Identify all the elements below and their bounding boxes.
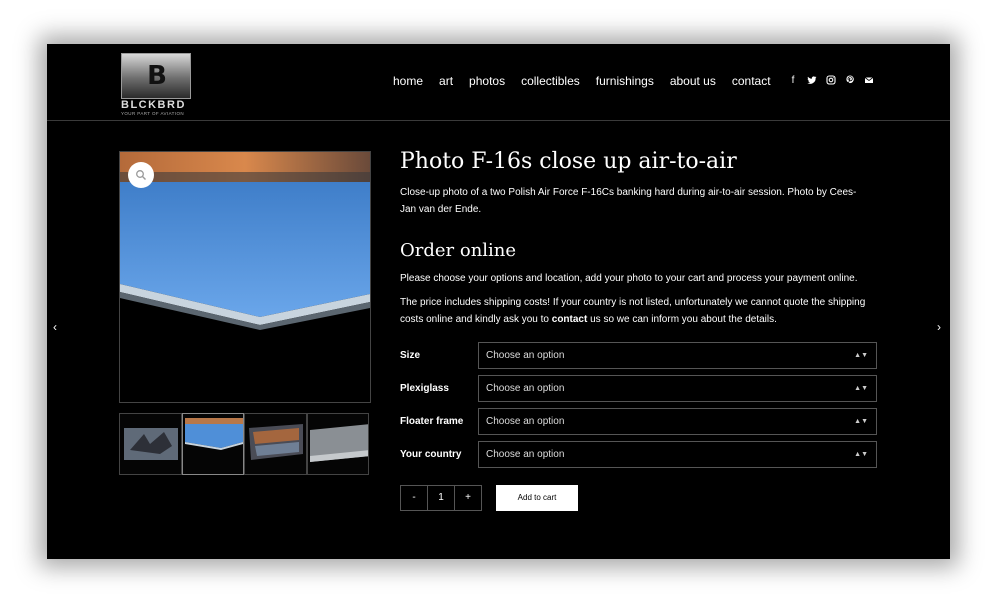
select-arrows-icon: ▲▼ xyxy=(854,451,868,458)
facebook-icon[interactable]: f xyxy=(788,75,798,89)
logo-mark: B xyxy=(147,61,167,91)
country-label: Your country xyxy=(400,449,462,460)
next-arrow-icon[interactable]: › xyxy=(937,320,941,334)
thumbnail-1[interactable] xyxy=(119,413,182,475)
zoom-icon[interactable] xyxy=(128,162,154,188)
site-logo[interactable]: B BLCKBRD YOUR PART OF AVIATION xyxy=(121,53,193,116)
logo-emblem: B xyxy=(121,53,191,99)
shipping-note: The price includes shipping costs! If yo… xyxy=(400,294,880,328)
floater-frame-select[interactable]: Choose an option ▲▼ xyxy=(478,408,877,435)
plexiglass-label: Plexiglass xyxy=(400,383,449,394)
plexiglass-select-value: Choose an option xyxy=(486,383,565,394)
thumbnail-3[interactable] xyxy=(244,413,307,475)
order-intro: Please choose your options and location,… xyxy=(400,273,858,284)
nav-about-us[interactable]: about us xyxy=(670,74,716,88)
size-select-value: Choose an option xyxy=(486,350,565,361)
size-label: Size xyxy=(400,350,421,361)
logo-name: BLCKBRD xyxy=(121,99,186,111)
product-title: Photo F-16s close up air-to-air xyxy=(400,149,737,174)
pinterest-icon[interactable] xyxy=(845,75,855,89)
thumbnail-strip xyxy=(119,413,369,475)
select-arrows-icon: ▲▼ xyxy=(854,352,868,359)
product-description: Close-up photo of a two Polish Air Force… xyxy=(400,187,857,215)
select-arrows-icon: ▲▼ xyxy=(854,385,868,392)
shipping-text-b: us so we can inform you about the detail… xyxy=(587,314,777,325)
select-arrows-icon: ▲▼ xyxy=(854,418,868,425)
size-select[interactable]: Choose an option ▲▼ xyxy=(478,342,877,369)
contact-link[interactable]: contact xyxy=(552,314,588,325)
floater-frame-label: Floater frame xyxy=(400,416,464,427)
nav-home[interactable]: home xyxy=(393,74,423,88)
nav-collectibles[interactable]: collectibles xyxy=(521,74,580,88)
mail-icon[interactable] xyxy=(864,75,874,89)
nav-art[interactable]: art xyxy=(439,74,453,88)
instagram-icon[interactable] xyxy=(826,75,836,89)
main-nav: home art photos collectibles furnishings… xyxy=(393,74,787,88)
social-links: f xyxy=(788,75,874,89)
nav-photos[interactable]: photos xyxy=(469,74,505,88)
country-select[interactable]: Choose an option ▲▼ xyxy=(478,441,877,468)
floater-frame-select-value: Choose an option xyxy=(486,416,565,427)
site-header: B BLCKBRD YOUR PART OF AVIATION home art… xyxy=(47,44,950,121)
plexiglass-photo-image xyxy=(120,152,370,330)
prev-arrow-icon[interactable]: ‹ xyxy=(53,320,57,334)
quantity-minus-button[interactable]: - xyxy=(401,486,427,510)
logo-tagline: YOUR PART OF AVIATION xyxy=(121,111,184,116)
order-heading: Order online xyxy=(400,240,517,261)
nav-furnishings[interactable]: furnishings xyxy=(596,74,654,88)
plexiglass-select[interactable]: Choose an option ▲▼ xyxy=(478,375,877,402)
country-select-value: Choose an option xyxy=(486,449,565,460)
quantity-plus-button[interactable]: + xyxy=(455,486,481,510)
thumbnail-2[interactable] xyxy=(181,413,244,475)
page-frame: B BLCKBRD YOUR PART OF AVIATION home art… xyxy=(47,44,950,559)
twitter-icon[interactable] xyxy=(807,75,817,89)
thumbnail-4[interactable] xyxy=(306,413,369,475)
add-to-cart-button[interactable]: Add to cart xyxy=(496,485,578,511)
quantity-input[interactable]: 1 xyxy=(427,486,455,510)
quantity-stepper: - 1 + xyxy=(400,485,482,511)
product-main-image[interactable] xyxy=(119,151,371,403)
nav-contact[interactable]: contact xyxy=(732,74,771,88)
